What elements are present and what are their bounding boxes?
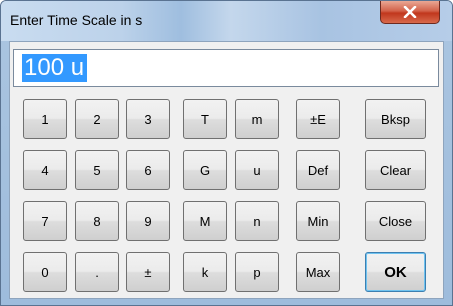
key-decimal-point[interactable]: .: [75, 252, 119, 292]
window-title: Enter Time Scale in s: [10, 12, 143, 28]
key-1[interactable]: 1: [23, 99, 67, 139]
key-prefix-T[interactable]: T: [183, 99, 227, 139]
key-prefix-k[interactable]: k: [183, 252, 227, 292]
key-sign-toggle[interactable]: ±: [126, 252, 170, 292]
time-scale-dialog: Enter Time Scale in s 100 u 1 2 3 T m ±E…: [0, 0, 453, 306]
min-button[interactable]: Min: [296, 201, 340, 241]
key-9[interactable]: 9: [126, 201, 170, 241]
key-2[interactable]: 2: [75, 99, 119, 139]
default-button[interactable]: Def: [296, 150, 340, 190]
close-x-icon: [403, 6, 417, 18]
ok-button[interactable]: OK: [365, 252, 426, 292]
backspace-button[interactable]: Bksp: [365, 99, 426, 139]
key-prefix-n[interactable]: n: [235, 201, 279, 241]
dialog-client-area: 100 u 1 2 3 T m ±E Bksp 4 5 6 G u Def Cl…: [9, 41, 444, 299]
key-prefix-u[interactable]: u: [235, 150, 279, 190]
key-prefix-G[interactable]: G: [183, 150, 227, 190]
key-prefix-p[interactable]: p: [235, 252, 279, 292]
key-7[interactable]: 7: [23, 201, 67, 241]
key-prefix-M[interactable]: M: [183, 201, 227, 241]
window-close-button[interactable]: [380, 1, 440, 24]
key-3[interactable]: 3: [126, 99, 170, 139]
value-input[interactable]: 100 u: [13, 49, 439, 87]
close-button[interactable]: Close: [365, 201, 426, 241]
key-exponent-sign[interactable]: ±E: [296, 99, 340, 139]
key-prefix-m[interactable]: m: [235, 99, 279, 139]
key-4[interactable]: 4: [23, 150, 67, 190]
key-8[interactable]: 8: [75, 201, 119, 241]
value-input-selected-text: 100 u: [22, 54, 88, 82]
clear-button[interactable]: Clear: [365, 150, 426, 190]
max-button[interactable]: Max: [296, 252, 340, 292]
title-bar[interactable]: Enter Time Scale in s: [1, 1, 452, 41]
key-0[interactable]: 0: [23, 252, 67, 292]
key-5[interactable]: 5: [75, 150, 119, 190]
key-6[interactable]: 6: [126, 150, 170, 190]
